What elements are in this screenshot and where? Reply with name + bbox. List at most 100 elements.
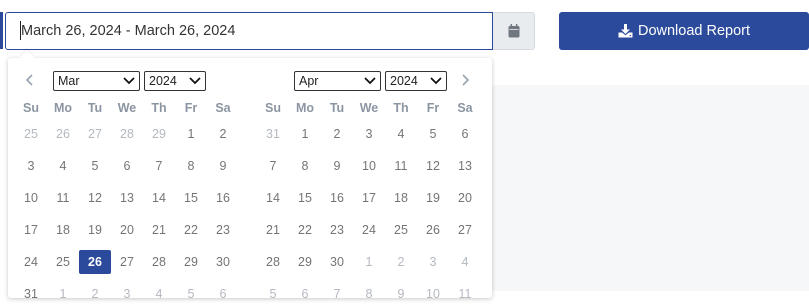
day-cell[interactable]: 29 [143,122,175,146]
day-cell[interactable]: 12 [417,154,449,178]
day-cell[interactable]: 28 [111,122,143,146]
day-cell[interactable]: 1 [47,282,79,306]
day-cell[interactable]: 1 [175,122,207,146]
day-cell[interactable]: 6 [449,122,481,146]
day-cell[interactable]: 1 [353,250,385,274]
day-cell[interactable]: 11 [47,186,79,210]
day-cell[interactable]: 26 [47,122,79,146]
day-cell[interactable]: 5 [417,122,449,146]
day-cell[interactable]: 25 [15,122,47,146]
day-cell[interactable]: 9 [207,154,239,178]
day-cell[interactable]: 4 [47,154,79,178]
day-cell[interactable]: 3 [111,282,143,306]
day-cell[interactable]: 10 [15,186,47,210]
day-cell[interactable]: 10 [353,154,385,178]
year-select-right-value: 2024 [390,74,418,88]
day-cell[interactable]: 6 [111,154,143,178]
day-cell[interactable]: 18 [47,218,79,242]
day-cell[interactable]: 13 [449,154,481,178]
chevron-down-icon [123,77,135,85]
day-cell[interactable]: 2 [321,122,353,146]
next-month-button[interactable] [458,70,472,90]
day-cell[interactable]: 5 [257,282,289,306]
day-cell[interactable]: 5 [175,282,207,306]
day-cell[interactable]: 7 [143,154,175,178]
download-report-button[interactable]: Download Report [559,12,809,50]
day-cell[interactable]: 9 [321,154,353,178]
day-cell[interactable]: 20 [111,218,143,242]
day-cell[interactable]: 26 [417,218,449,242]
day-cell[interactable]: 17 [15,218,47,242]
day-cell[interactable]: 12 [79,186,111,210]
day-cell[interactable]: 25 [47,250,79,274]
day-cell[interactable]: 24 [353,218,385,242]
day-cell[interactable]: 23 [321,218,353,242]
day-cell[interactable]: 7 [321,282,353,306]
day-cell[interactable]: 3 [353,122,385,146]
day-cell[interactable]: 14 [143,186,175,210]
day-cell[interactable]: 27 [111,250,143,274]
day-cell[interactable]: 2 [79,282,111,306]
day-cell[interactable]: 30 [321,250,353,274]
year-select-left[interactable]: 2024 [144,71,206,91]
day-cell[interactable]: 29 [175,250,207,274]
day-cell[interactable]: 21 [257,218,289,242]
day-cell[interactable]: 20 [449,186,481,210]
day-cell[interactable]: 28 [143,250,175,274]
day-cell[interactable]: 4 [143,282,175,306]
day-cell[interactable]: 19 [79,218,111,242]
day-cell[interactable]: 6 [207,282,239,306]
day-cell[interactable]: 28 [257,250,289,274]
day-cell[interactable]: 16 [321,186,353,210]
day-cell[interactable]: 11 [385,154,417,178]
year-select-right[interactable]: 2024 [385,71,447,91]
day-cell[interactable]: 18 [385,186,417,210]
day-cell[interactable]: 21 [143,218,175,242]
day-cell[interactable]: 8 [289,154,321,178]
day-cell-selected[interactable]: 26 [79,250,111,274]
day-cell[interactable]: 15 [175,186,207,210]
day-cell[interactable]: 2 [385,250,417,274]
day-cell[interactable]: 30 [207,250,239,274]
day-cell[interactable]: 4 [449,250,481,274]
day-cell[interactable]: 8 [353,282,385,306]
day-cell[interactable]: 14 [257,186,289,210]
calendar-button[interactable] [493,12,535,50]
day-cell[interactable]: 10 [417,282,449,306]
day-cell[interactable]: 3 [417,250,449,274]
day-cell[interactable]: 27 [79,122,111,146]
day-cell[interactable]: 25 [385,218,417,242]
month-select-right-value: Apr [299,74,319,88]
day-cell[interactable]: 31 [257,122,289,146]
day-cell[interactable]: 4 [385,122,417,146]
day-cell[interactable]: 17 [353,186,385,210]
day-cell[interactable]: 8 [175,154,207,178]
day-cell[interactable]: 27 [449,218,481,242]
day-cell[interactable]: 31 [15,282,47,306]
day-cell[interactable]: 6 [289,282,321,306]
day-cell[interactable]: 7 [257,154,289,178]
day-cell[interactable]: 9 [385,282,417,306]
weekday-header-right: Sa [457,101,473,115]
day-cell[interactable]: 16 [207,186,239,210]
day-cell[interactable]: 1 [289,122,321,146]
day-cell[interactable]: 11 [449,282,481,306]
day-cell[interactable]: 2 [207,122,239,146]
day-cell[interactable]: 24 [15,250,47,274]
day-cell[interactable]: 22 [175,218,207,242]
day-cell[interactable]: 5 [79,154,111,178]
focus-accent-bar [0,12,3,49]
day-cell[interactable]: 29 [289,250,321,274]
day-cell[interactable]: 13 [111,186,143,210]
month-select-right[interactable]: Apr [294,71,381,91]
day-cell[interactable]: 23 [207,218,239,242]
month-select-left[interactable]: Mar [53,71,140,91]
day-cell[interactable]: 19 [417,186,449,210]
day-cell[interactable]: 22 [289,218,321,242]
weekday-header-right: Mo [295,101,315,115]
content-area [490,85,809,291]
date-range-input[interactable] [5,12,493,50]
day-cell[interactable]: 3 [15,154,47,178]
day-cell[interactable]: 15 [289,186,321,210]
prev-month-button[interactable] [23,70,37,90]
